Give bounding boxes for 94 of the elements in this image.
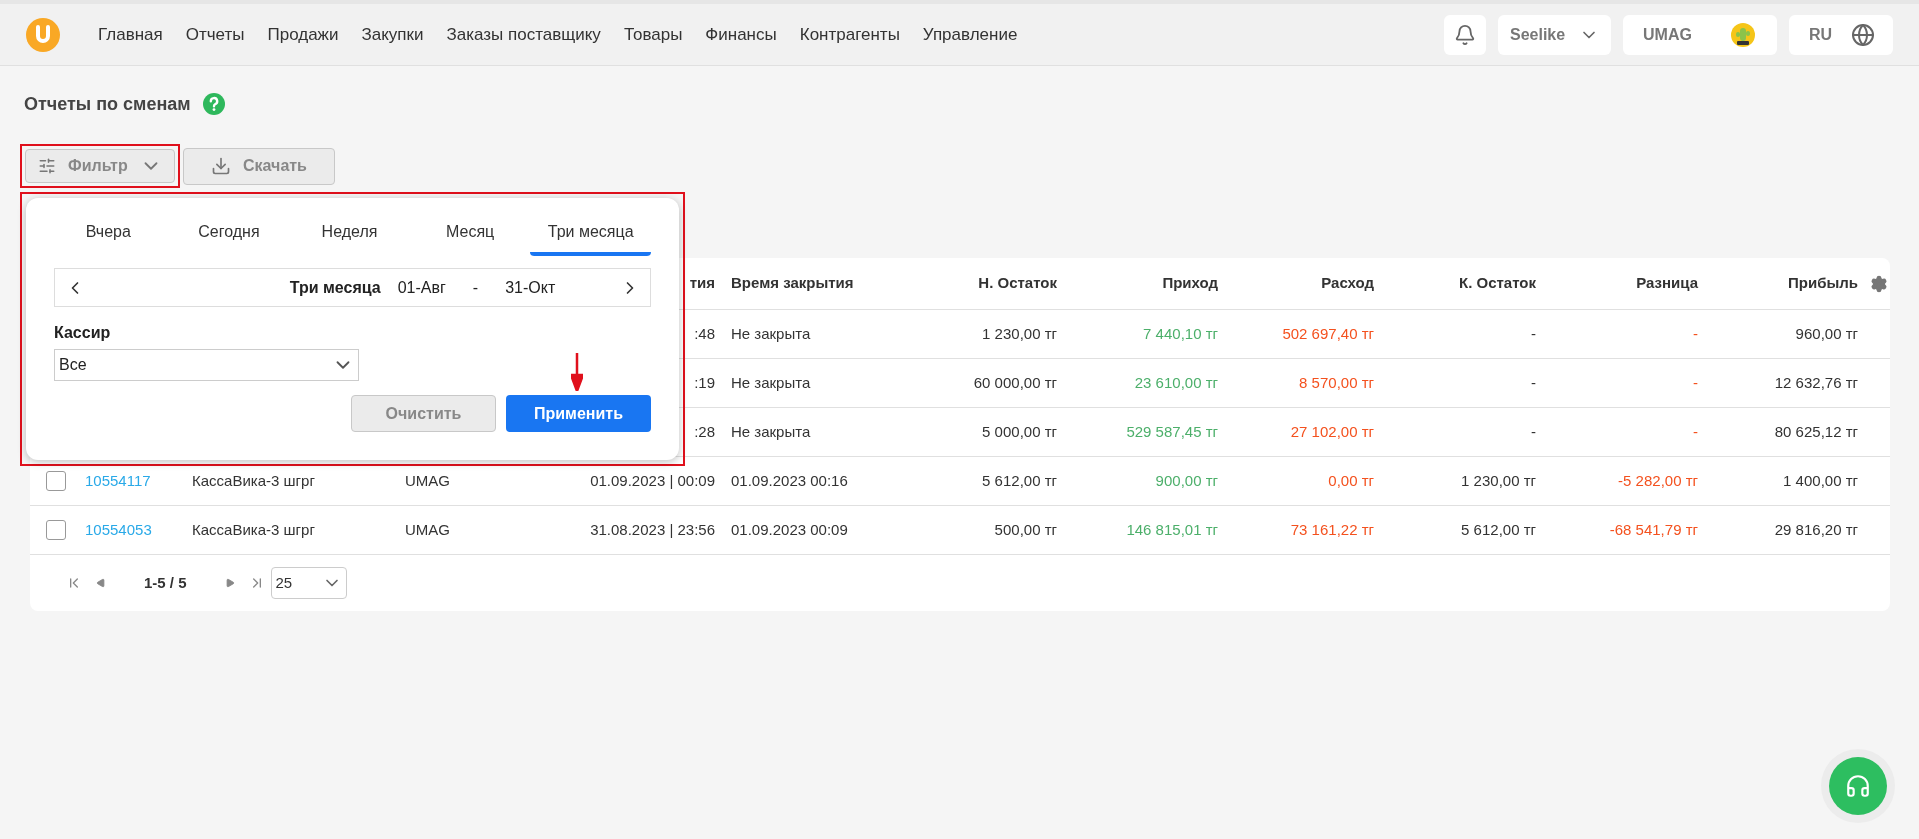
table-cell: 500,00 тг bbox=[994, 520, 1057, 538]
table-cell: - bbox=[1531, 422, 1536, 440]
period-tab[interactable]: Месяц bbox=[409, 212, 531, 256]
table-cell: 900,00 тг bbox=[1155, 471, 1218, 489]
cashier-label: Кассир bbox=[54, 323, 112, 343]
nav-link[interactable]: Заказы поставщику bbox=[446, 21, 601, 48]
table-cell: 12 632,76 тг bbox=[1774, 373, 1858, 391]
annotation-arrow bbox=[571, 353, 583, 391]
table-cell: 23 610,00 тг bbox=[1134, 373, 1218, 391]
column-header: Прибыль bbox=[1788, 274, 1858, 292]
bell-icon bbox=[1454, 23, 1476, 46]
table-cell: 5 612,00 тг bbox=[1461, 520, 1536, 538]
help-icon[interactable] bbox=[202, 93, 225, 115]
table-cell: 146 815,01 тг bbox=[1126, 520, 1218, 538]
column-header: тия bbox=[689, 274, 715, 292]
table-cell: 7 440,10 тг bbox=[1143, 324, 1218, 342]
nav-link[interactable]: Продажи bbox=[267, 21, 339, 48]
table-cell: 80 625,12 тг bbox=[1774, 422, 1858, 440]
settings-icon[interactable] bbox=[1870, 274, 1888, 293]
store-dropdown[interactable]: Seelike bbox=[1498, 14, 1611, 55]
nav-link[interactable]: Финансы bbox=[705, 21, 777, 48]
table-cell: 1 400,00 тг bbox=[1783, 471, 1858, 489]
avatar-icon bbox=[1731, 22, 1755, 47]
page-title: Отчеты по сменам bbox=[24, 92, 191, 116]
table-cell: Не закрыта bbox=[731, 373, 811, 391]
table-cell: 73 161,22 тг bbox=[1290, 520, 1374, 538]
table-cell: 5 000,00 тг bbox=[982, 422, 1057, 440]
period-tab[interactable]: Вчера bbox=[48, 212, 169, 256]
table-cell: 60 000,00 тг bbox=[973, 373, 1057, 391]
column-header: Время закрытия bbox=[731, 274, 854, 292]
date-to: 31-Окт bbox=[505, 277, 556, 298]
date-from: 01-Авг bbox=[397, 277, 446, 298]
table-cell: 0,00 тг bbox=[1328, 471, 1374, 489]
table-cell: 960,00 тг bbox=[1795, 324, 1858, 342]
page-size-select[interactable]: 25 bbox=[270, 567, 347, 599]
table-cell: 29 816,20 тг bbox=[1774, 520, 1858, 538]
table-cell: UMAG bbox=[405, 471, 450, 489]
nav-link[interactable]: Закупки bbox=[361, 21, 424, 48]
nav-link[interactable]: Управление bbox=[922, 21, 1018, 48]
table-cell: 01.09.2023 | 00:09 bbox=[590, 471, 715, 489]
table-cell: 27 102,00 тг bbox=[1290, 422, 1374, 440]
column-header: К. Остаток bbox=[1459, 274, 1536, 292]
date-separator: - bbox=[472, 277, 479, 298]
period-label: Три месяца bbox=[289, 277, 381, 298]
table-cell: UMAG bbox=[405, 520, 450, 538]
table-cell: 01.09.2023 00:16 bbox=[731, 471, 848, 489]
row-checkbox[interactable] bbox=[46, 520, 66, 540]
table-cell: - bbox=[1531, 373, 1536, 391]
sliders-icon bbox=[38, 157, 56, 175]
table-cell: - bbox=[1531, 324, 1536, 342]
column-header: Расход bbox=[1321, 274, 1374, 292]
table-cell: 1 230,00 тг bbox=[982, 324, 1057, 342]
table-cell: 31.08.2023 | 23:56 bbox=[590, 520, 715, 538]
table-cell: :19 bbox=[694, 373, 715, 391]
page-range: 1-5 / 5 bbox=[144, 572, 187, 593]
table-cell: :48 bbox=[694, 324, 715, 342]
table-cell: 01.09.2023 00:09 bbox=[731, 520, 848, 538]
table-cell: :28 bbox=[694, 422, 715, 440]
table-cell: - bbox=[1693, 324, 1698, 342]
previous-page-icon[interactable] bbox=[96, 578, 106, 588]
period-tab[interactable]: Неделя bbox=[289, 212, 410, 256]
table-cell: 502 697,40 тг bbox=[1282, 324, 1374, 342]
column-header: Разница bbox=[1636, 274, 1698, 292]
table-cell: КассаВика-3 шгрг bbox=[192, 520, 315, 538]
headset-icon bbox=[1845, 773, 1871, 799]
table-cell: - bbox=[1693, 422, 1698, 440]
column-header: Н. Остаток bbox=[978, 274, 1057, 292]
table-cell: Не закрыта bbox=[731, 422, 811, 440]
column-header: Приход bbox=[1162, 274, 1218, 292]
table-cell: -5 282,00 тг bbox=[1618, 471, 1698, 489]
cashier-select[interactable]: Все bbox=[54, 349, 359, 381]
nav-link[interactable]: Контрагенты bbox=[799, 21, 900, 48]
logo-icon[interactable] bbox=[26, 17, 60, 52]
table-cell: 529 587,45 тг bbox=[1126, 422, 1218, 440]
row-checkbox[interactable] bbox=[46, 471, 66, 491]
table-cell: Не закрыта bbox=[731, 324, 811, 342]
next-page-icon[interactable] bbox=[224, 578, 235, 588]
nav-link[interactable]: Главная bbox=[98, 21, 163, 48]
account-button[interactable]: UMAG bbox=[1623, 14, 1777, 55]
nav-link[interactable]: Товары bbox=[623, 21, 683, 48]
nav-link[interactable]: Отчеты bbox=[185, 21, 245, 48]
table-cell: 1 230,00 тг bbox=[1461, 471, 1536, 489]
table-cell: - bbox=[1693, 373, 1698, 391]
period-tab[interactable]: Три месяца bbox=[530, 212, 651, 256]
table-cell: 8 570,00 тг bbox=[1299, 373, 1374, 391]
period-tab[interactable]: Сегодня bbox=[168, 212, 290, 256]
download-icon bbox=[211, 156, 232, 176]
globe-icon bbox=[1851, 22, 1875, 47]
apply-button[interactable]: Применить bbox=[506, 395, 651, 432]
table-cell: КассаВика-3 шгрг bbox=[192, 471, 315, 489]
table-cell: -68 541,79 тг bbox=[1609, 520, 1698, 538]
notifications-button[interactable] bbox=[1444, 14, 1486, 55]
language-button[interactable]: RU bbox=[1789, 14, 1893, 55]
table-cell: 5 612,00 тг bbox=[982, 471, 1057, 489]
